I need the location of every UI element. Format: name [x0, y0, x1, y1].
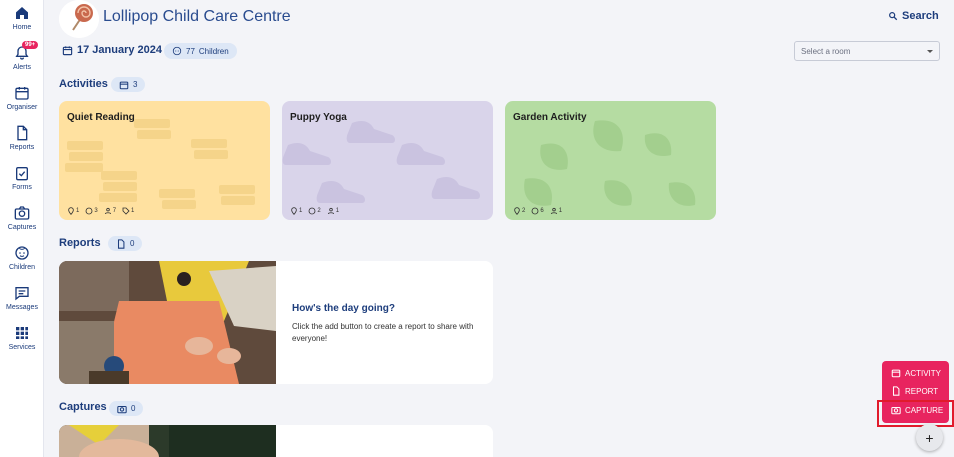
grid-icon [16, 327, 28, 339]
activity-card-quiet-reading[interactable]: Quiet Reading 1 3 7 1 [59, 101, 270, 220]
child-face-icon [531, 207, 539, 215]
alerts-badge: 99+ [22, 41, 39, 49]
location-pin-icon [291, 207, 297, 215]
sidebar-item-captures[interactable]: Captures [0, 203, 44, 241]
activity-card-puppy-yoga[interactable]: Puppy Yoga 1 2 1 [282, 101, 493, 220]
home-icon [16, 7, 28, 19]
location-count: 2 [513, 207, 525, 215]
current-date: 17 January 2024 [77, 44, 163, 56]
report-description: Click the add button to create a report … [292, 322, 474, 343]
staff-count: 1 [550, 207, 562, 215]
location-count: 1 [290, 207, 302, 215]
document-icon [117, 238, 125, 249]
sidebar-item-label: Forms [12, 184, 32, 191]
staff-icon [104, 207, 111, 215]
calendar-icon [119, 81, 129, 89]
sidebar-item-label: Children [8, 264, 36, 271]
search-label: Search [902, 10, 939, 22]
calendar-icon [15, 87, 29, 100]
location-pin-icon [514, 207, 520, 215]
document-icon [17, 125, 28, 141]
sidebar-item-label: Organiser [6, 104, 38, 111]
add-report-label: REPORT [905, 386, 939, 396]
activities-count: 3 [133, 80, 138, 89]
location-pin-icon [68, 207, 74, 215]
sidebar-item-organiser[interactable]: Organiser [0, 83, 44, 121]
sidebar-item-label: Home [12, 24, 32, 31]
sidebar-item-label: Messages [6, 304, 38, 311]
lollipop-icon [59, 0, 99, 38]
child-face-icon [172, 46, 182, 56]
sidebar-item-children[interactable]: Children [0, 243, 44, 281]
room-select-placeholder: Select a room [801, 46, 851, 56]
staff-icon [327, 207, 334, 215]
staff-count: 1 [327, 207, 339, 215]
add-report-button[interactable]: REPORT [882, 382, 949, 400]
sidebar-item-label: Services [8, 344, 36, 351]
activity-meta: 2 6 1 [513, 207, 562, 215]
sidebar-item-alerts[interactable]: 99+ Alerts [0, 41, 44, 81]
captures-title: Captures [59, 401, 107, 413]
child-face-icon [15, 246, 29, 260]
camera-icon [14, 206, 30, 220]
activity-meta: 1 3 7 1 [67, 207, 134, 215]
camera-icon [117, 405, 127, 413]
child-photo-image [59, 425, 276, 457]
captures-count: 0 [131, 404, 136, 413]
add-button[interactable]: + [916, 424, 943, 451]
children-count: 77 [186, 46, 195, 56]
activity-title: Quiet Reading [67, 112, 135, 123]
activity-meta: 1 2 1 [290, 207, 339, 215]
activity-card-garden-activity[interactable]: Garden Activity 2 6 1 [505, 101, 716, 220]
tag-icon [122, 207, 130, 215]
sidebar: Home 99+ Alerts Organiser Reports Forms … [0, 0, 44, 457]
search-button[interactable]: Search [888, 10, 939, 22]
children-count: 3 [85, 207, 98, 215]
activity-title: Puppy Yoga [290, 112, 347, 123]
search-icon [889, 12, 898, 21]
child-face-icon [85, 207, 93, 215]
message-icon [15, 287, 29, 301]
centre-name: Lollipop Child Care Centre [103, 8, 291, 25]
sidebar-item-reports[interactable]: Reports [0, 123, 44, 161]
sidebar-item-label: Captures [7, 224, 37, 231]
reports-count: 0 [130, 239, 135, 248]
clipboard-check-icon [16, 167, 28, 181]
activities-count-chip: 3 [111, 77, 146, 92]
craft-table-image [59, 261, 276, 384]
sidebar-item-services[interactable]: Services [0, 323, 44, 361]
activity-title: Garden Activity [513, 112, 587, 123]
add-activity-button[interactable]: ACTIVITY [882, 364, 949, 382]
children-count: 6 [531, 207, 544, 215]
calendar-icon [891, 369, 901, 378]
children-count: 2 [308, 207, 321, 215]
sidebar-item-messages[interactable]: Messages [0, 283, 44, 321]
chevron-down-icon [927, 49, 933, 53]
sidebar-item-label: Alerts [13, 64, 31, 71]
document-icon [892, 386, 900, 396]
reports-title: Reports [59, 237, 101, 249]
activities-title: Activities [59, 78, 108, 90]
room-select[interactable]: Select a room [794, 41, 940, 61]
staff-count: 7 [104, 207, 116, 215]
child-face-icon [308, 207, 316, 215]
capture-card [59, 425, 493, 457]
sidebar-item-label: Reports [9, 144, 35, 151]
location-count: 1 [67, 207, 79, 215]
centre-logo [59, 0, 99, 38]
add-activity-label: ACTIVITY [905, 368, 942, 378]
calendar-icon [62, 45, 73, 55]
children-label: Children [198, 46, 229, 56]
tag-count: 1 [122, 207, 134, 215]
staff-icon [550, 207, 557, 215]
capture-highlight [877, 400, 954, 427]
children-count-chip[interactable]: 77 Children [164, 43, 237, 59]
report-heading: How's the day going? [292, 303, 395, 314]
sidebar-item-home[interactable]: Home [0, 3, 44, 41]
report-empty-card: How's the day going? Click the add butto… [59, 261, 493, 384]
captures-count-chip: 0 [109, 401, 144, 416]
sidebar-item-forms[interactable]: Forms [0, 163, 44, 201]
date-picker[interactable]: 17 January 2024 [62, 44, 162, 56]
reports-count-chip: 0 [108, 236, 143, 251]
